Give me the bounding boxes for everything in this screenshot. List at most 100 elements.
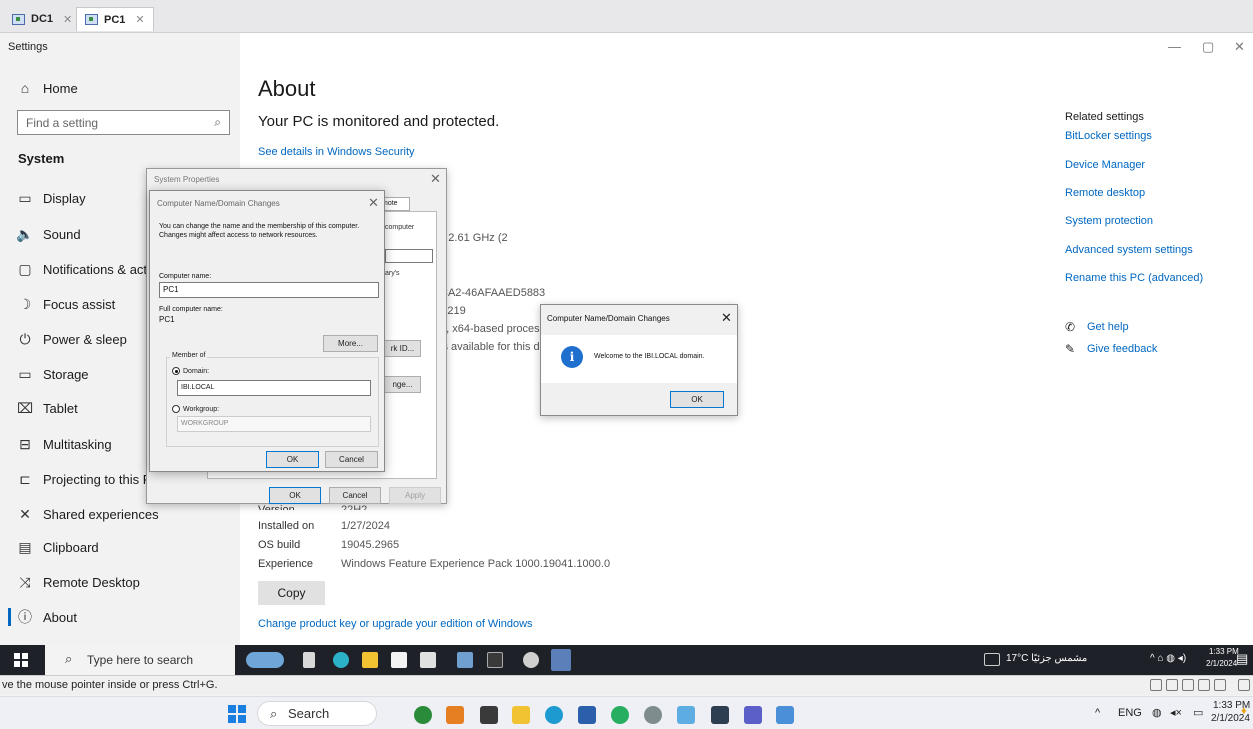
close-button[interactable]: ✕ (1234, 39, 1245, 55)
sidebar-item-home[interactable]: ⌂ Home (0, 73, 238, 103)
sidebar-item-label: Multitasking (43, 436, 112, 452)
windows-security-link[interactable]: See details in Windows Security (258, 146, 415, 158)
language-indicator[interactable]: ENG (1118, 707, 1142, 719)
ok-button[interactable]: OK (266, 451, 319, 468)
vm-icon (12, 13, 25, 25)
give-feedback-link[interactable]: ✎ Give feedback (1065, 342, 1157, 356)
chrome-icon[interactable] (611, 706, 629, 724)
clock-date[interactable]: 2/1/2024 (1206, 659, 1237, 668)
volume-icon[interactable]: ◂× (1170, 706, 1182, 719)
store-icon[interactable] (578, 706, 596, 724)
start-button[interactable] (228, 705, 246, 723)
host-search-input[interactable]: ⌕ Search (257, 701, 377, 726)
settings-search-input[interactable]: Find a setting ⌕ (17, 110, 230, 135)
domain-label: Domain: (183, 367, 210, 375)
close-icon[interactable]: ✕ (721, 310, 732, 326)
search-placeholder: Type here to search (87, 653, 194, 667)
system-properties-icon[interactable] (551, 649, 571, 671)
printer-status-icon (1214, 679, 1226, 691)
workgroup-radio[interactable]: Workgroup: (172, 405, 219, 413)
battery-icon[interactable]: ▭ (1193, 706, 1203, 719)
advanced-system-settings-link[interactable]: Advanced system settings (1065, 244, 1193, 256)
app-icon[interactable] (446, 706, 464, 724)
notification-icon[interactable]: ▤ (1236, 651, 1248, 667)
change-button[interactable]: nge... (384, 376, 421, 393)
clock-time[interactable]: 1:33 PM (1209, 647, 1239, 656)
sidebar-item-label: Remote Desktop (43, 574, 140, 590)
apply-button[interactable]: Apply (389, 487, 441, 504)
close-icon[interactable]: ✕ (430, 171, 441, 187)
chevron-up-icon[interactable]: ^ (1095, 707, 1100, 719)
tray-icons[interactable]: ^ ⌂ ◍ ◂) (1150, 653, 1186, 664)
close-icon[interactable]: ✕ (368, 195, 379, 211)
remote-desktop-link[interactable]: Remote desktop (1065, 187, 1145, 199)
cancel-button[interactable]: Cancel (329, 487, 381, 504)
sidebar-item-remote-desktop[interactable]: ⤨ Remote Desktop (0, 567, 238, 597)
sidebar-item-about[interactable]: ⓘ About (0, 602, 238, 632)
file-explorer-icon[interactable] (362, 652, 378, 668)
edge-icon[interactable] (333, 652, 349, 668)
photos-icon[interactable] (677, 706, 695, 724)
terminal-icon[interactable] (487, 652, 503, 668)
close-icon[interactable]: ✕ (63, 13, 72, 26)
dialog-body: i Welcome to the IBI.LOCAL domain. (541, 335, 737, 383)
shared-experiences-icon: ✕ (19, 505, 31, 522)
vmware-icon[interactable] (776, 706, 794, 724)
restore-button[interactable]: ▢ (1202, 39, 1214, 55)
device-manager-link[interactable]: Device Manager (1065, 159, 1145, 171)
mail-icon[interactable] (420, 652, 436, 668)
computer-name-input[interactable]: PC1 (159, 282, 379, 298)
sidebar-item-clipboard[interactable]: ▤ Clipboard (0, 532, 238, 562)
window-title: Settings (8, 41, 48, 53)
sidebar-item-label: Display (43, 190, 86, 206)
get-help-link[interactable]: ✆ Get help (1065, 320, 1129, 334)
vm-taskbar: ⌕ Type here to search 17°C مشمس جزئيًا ^… (0, 645, 1253, 675)
usb-status-icon (1182, 679, 1194, 691)
task-view-icon[interactable] (303, 652, 315, 668)
sidebar-item-label: Focus assist (43, 296, 116, 312)
give-feedback-label: Give feedback (1087, 343, 1158, 355)
cancel-button[interactable]: Cancel (325, 451, 378, 468)
network-icon[interactable]: ◍ (1152, 706, 1162, 719)
edge-icon[interactable] (545, 706, 563, 724)
start-button[interactable] (14, 653, 28, 667)
copy-button[interactable]: Copy (258, 581, 325, 605)
clipboard-icon: ▤ (18, 538, 32, 555)
home-icon: ⌂ (20, 80, 30, 96)
notification-bell-icon[interactable]: ♦ (1241, 705, 1247, 717)
gear-icon[interactable] (644, 706, 662, 724)
close-icon[interactable]: ✕ (135, 13, 144, 26)
teams-icon[interactable] (744, 706, 762, 724)
widgets-icon[interactable] (246, 652, 284, 668)
terminal-icon[interactable] (711, 706, 729, 724)
domain-radio[interactable]: Domain: (172, 367, 209, 375)
weather-icon[interactable] (984, 653, 1000, 666)
tablet-icon: ⌧ (16, 399, 34, 416)
change-product-key-link[interactable]: Change product key or upgrade your editi… (258, 618, 533, 630)
vm-tab-pc1[interactable]: PC1 ✕ (76, 7, 154, 31)
system-protection-link[interactable]: System protection (1065, 215, 1153, 227)
network-id-button[interactable]: rk ID... (384, 340, 421, 357)
computer-description-input[interactable] (385, 249, 433, 263)
minimize-button[interactable]: — (1168, 39, 1181, 54)
rename-pc-link[interactable]: Rename this PC (advanced) (1065, 272, 1203, 284)
more-button[interactable]: More... (323, 335, 378, 352)
vm-tab-dc1[interactable]: DC1 ✕ (4, 7, 80, 31)
ok-button[interactable]: OK (670, 391, 724, 408)
gear-icon[interactable] (523, 652, 539, 668)
dialog-title: Computer Name/Domain Changes (157, 199, 280, 208)
server-manager-icon[interactable] (457, 652, 473, 668)
task-view-icon[interactable] (480, 706, 498, 724)
python-icon[interactable] (414, 706, 432, 724)
domain-input[interactable]: IBI.LOCAL (177, 380, 371, 396)
workgroup-input[interactable]: WORKGROUP (177, 416, 371, 432)
ok-button[interactable]: OK (269, 487, 321, 504)
member-of-label: Member of (170, 352, 208, 359)
file-explorer-icon[interactable] (512, 706, 530, 724)
bitlocker-settings-link[interactable]: BitLocker settings (1065, 130, 1152, 142)
taskbar-search-input[interactable]: ⌕ Type here to search (45, 645, 235, 675)
weather-text[interactable]: 17°C مشمس جزئيًا (1006, 653, 1087, 664)
version-value: 22H2 (341, 504, 368, 510)
power-icon: ⏻ (19, 330, 31, 347)
store-icon[interactable] (391, 652, 407, 668)
